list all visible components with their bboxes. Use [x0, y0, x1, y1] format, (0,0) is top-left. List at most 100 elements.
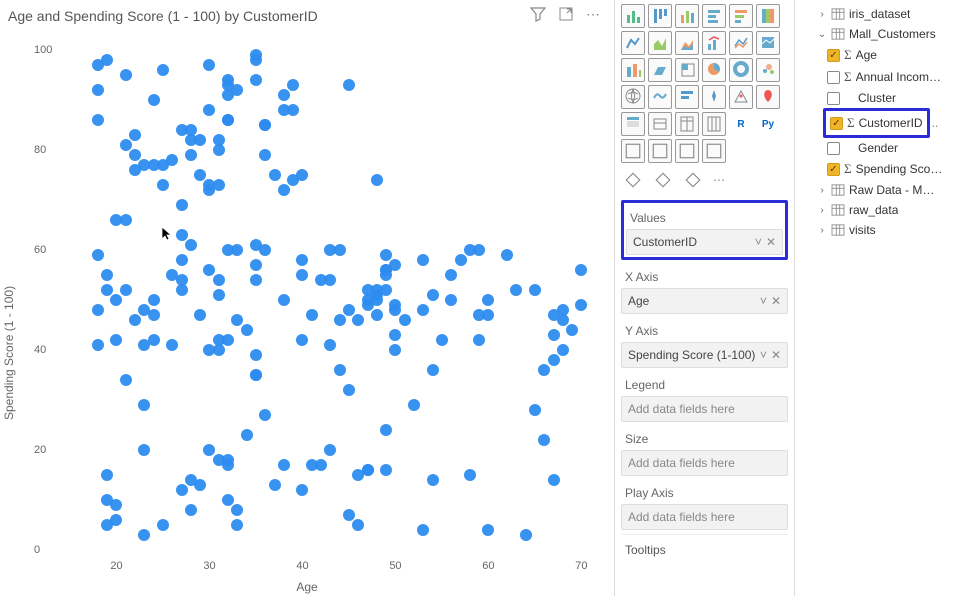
more-options-icon[interactable]: ⋯ — [586, 6, 602, 22]
data-point[interactable] — [157, 64, 169, 76]
data-point[interactable] — [389, 304, 401, 316]
viz-type-icon[interactable] — [681, 168, 705, 192]
data-point[interactable] — [259, 149, 271, 161]
field-checkbox[interactable] — [827, 92, 840, 105]
viz-type-icon[interactable] — [648, 31, 672, 55]
data-point[interactable] — [120, 69, 132, 81]
data-point[interactable] — [362, 299, 374, 311]
data-point[interactable] — [575, 299, 587, 311]
data-point[interactable] — [157, 179, 169, 191]
viz-type-icon[interactable] — [648, 4, 672, 28]
data-point[interactable] — [538, 434, 550, 446]
size-well[interactable]: Add data fields here — [621, 450, 788, 476]
data-point[interactable] — [120, 284, 132, 296]
data-point[interactable] — [222, 79, 234, 91]
data-point[interactable] — [380, 249, 392, 261]
table-row[interactable]: ›Raw Data - Modelling ... — [799, 180, 956, 200]
data-point[interactable] — [166, 269, 178, 281]
data-point[interactable] — [296, 254, 308, 266]
data-point[interactable] — [557, 344, 569, 356]
viz-type-icon[interactable] — [702, 4, 726, 28]
data-point[interactable] — [371, 284, 383, 296]
data-point[interactable] — [538, 364, 550, 376]
r-visual-icon[interactable]: R — [729, 112, 753, 136]
chevron-down-icon[interactable]: ˅ — [760, 348, 767, 362]
data-point[interactable] — [417, 524, 429, 536]
filter-icon[interactable] — [530, 6, 546, 22]
data-point[interactable] — [334, 244, 346, 256]
data-point[interactable] — [138, 304, 150, 316]
data-point[interactable] — [101, 269, 113, 281]
field-checkbox[interactable]: ✓ — [827, 163, 840, 176]
data-point[interactable] — [389, 329, 401, 341]
data-point[interactable] — [352, 519, 364, 531]
data-point[interactable] — [380, 424, 392, 436]
viz-type-icon[interactable] — [675, 4, 699, 28]
chevron-down-icon[interactable]: ˅ — [755, 235, 762, 249]
viz-type-icon[interactable] — [702, 85, 726, 109]
data-point[interactable] — [185, 124, 197, 136]
data-point[interactable] — [250, 369, 262, 381]
data-point[interactable] — [92, 339, 104, 351]
data-point[interactable] — [185, 239, 197, 251]
viz-type-icon[interactable] — [675, 139, 699, 163]
data-point[interactable] — [362, 464, 374, 476]
data-point[interactable] — [417, 304, 429, 316]
data-point[interactable] — [529, 404, 541, 416]
data-point[interactable] — [259, 119, 271, 131]
data-point[interactable] — [464, 469, 476, 481]
data-point[interactable] — [455, 254, 467, 266]
viz-type-icon[interactable] — [729, 31, 753, 55]
field-row[interactable]: ✓ΣCustomerID — [828, 112, 925, 134]
data-point[interactable] — [334, 364, 346, 376]
data-point[interactable] — [575, 264, 587, 276]
data-point[interactable] — [129, 164, 141, 176]
data-point[interactable] — [473, 334, 485, 346]
viz-type-icon[interactable] — [702, 112, 726, 136]
data-point[interactable] — [259, 409, 271, 421]
data-point[interactable] — [203, 344, 215, 356]
viz-type-icon[interactable] — [621, 168, 645, 192]
data-point[interactable] — [222, 244, 234, 256]
viz-type-icon[interactable] — [756, 58, 780, 82]
data-point[interactable] — [482, 294, 494, 306]
viz-type-icon[interactable] — [702, 139, 726, 163]
data-point[interactable] — [482, 524, 494, 536]
data-point[interactable] — [278, 294, 290, 306]
data-point[interactable] — [166, 154, 178, 166]
data-point[interactable] — [129, 149, 141, 161]
data-point[interactable] — [482, 309, 494, 321]
data-point[interactable] — [194, 309, 206, 321]
viz-type-icon[interactable] — [648, 58, 672, 82]
data-point[interactable] — [510, 284, 522, 296]
data-point[interactable] — [259, 244, 271, 256]
data-point[interactable] — [529, 284, 541, 296]
data-point[interactable] — [222, 454, 234, 466]
viz-type-icon[interactable] — [756, 4, 780, 28]
viz-type-icon[interactable] — [729, 58, 753, 82]
data-point[interactable] — [185, 149, 197, 161]
more-visuals-icon[interactable]: ⋯ — [711, 169, 727, 191]
viz-type-icon[interactable] — [621, 139, 645, 163]
data-point[interactable] — [501, 249, 513, 261]
table-row[interactable]: ›raw_data — [799, 200, 956, 220]
data-point[interactable] — [129, 314, 141, 326]
data-point[interactable] — [185, 504, 197, 516]
data-point[interactable] — [278, 459, 290, 471]
data-point[interactable] — [110, 294, 122, 306]
viz-type-icon[interactable] — [621, 112, 645, 136]
data-point[interactable] — [203, 179, 215, 191]
data-point[interactable] — [343, 384, 355, 396]
data-point[interactable] — [176, 229, 188, 241]
data-point[interactable] — [278, 89, 290, 101]
data-point[interactable] — [427, 474, 439, 486]
field-checkbox[interactable]: ✓ — [827, 49, 840, 62]
data-point[interactable] — [213, 274, 225, 286]
data-point[interactable] — [101, 54, 113, 66]
data-point[interactable] — [203, 59, 215, 71]
data-point[interactable] — [269, 479, 281, 491]
data-point[interactable] — [380, 464, 392, 476]
field-more-icon[interactable]: .. — [932, 116, 939, 130]
data-point[interactable] — [278, 184, 290, 196]
xaxis-well[interactable]: Age ˅ ✕ — [621, 288, 788, 314]
